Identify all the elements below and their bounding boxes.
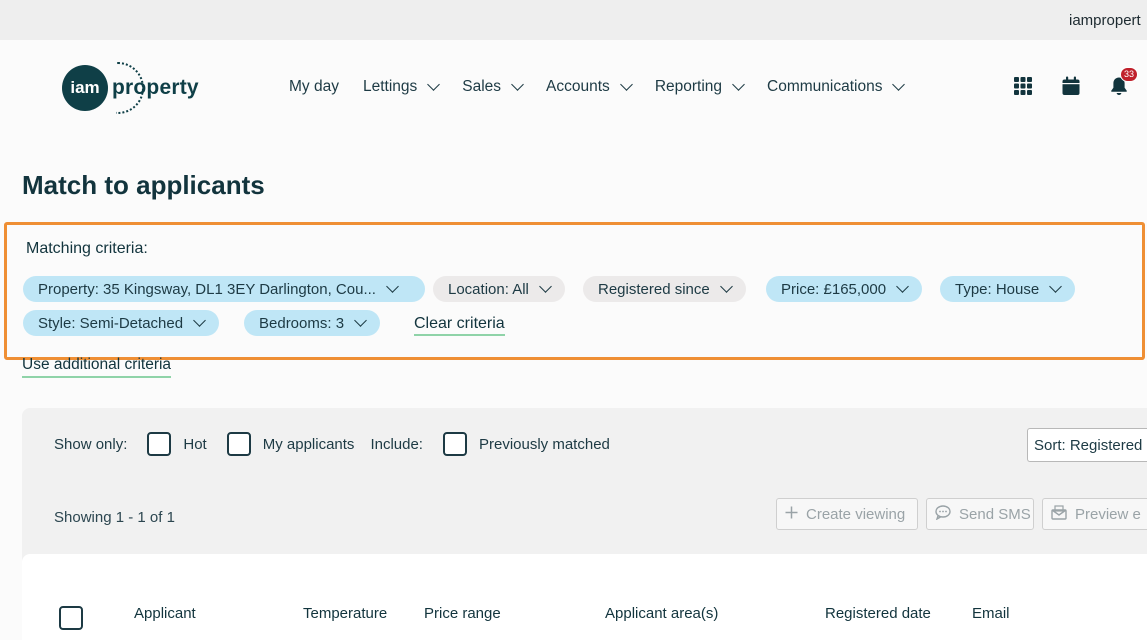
chip-property[interactable]: Property: 35 Kingsway, DL1 3EY Darlingto…: [23, 276, 425, 302]
nav-item-communications[interactable]: Communications: [767, 78, 906, 96]
chip-location[interactable]: Location: All: [433, 276, 565, 302]
use-additional-criteria-link[interactable]: Use additional criteria: [22, 356, 172, 378]
preview-email-button[interactable]: Preview e: [1042, 498, 1147, 530]
select-all-checkbox[interactable]: [59, 606, 83, 630]
nav-item-label: Communications: [767, 78, 883, 95]
chip-label: Location: All: [448, 280, 529, 298]
previously-matched-label: Previously matched: [478, 435, 610, 453]
chevron-down-icon: [1049, 280, 1063, 293]
chat-bubble-icon: [935, 504, 951, 524]
column-header-email[interactable]: Email: [972, 605, 1010, 622]
nav-item-accounts[interactable]: Accounts: [546, 78, 633, 96]
chip-price[interactable]: Price: £165,000: [766, 276, 923, 302]
chip-label: Property: 35 Kingsway, DL1 3EY Darlingto…: [38, 280, 376, 298]
column-header-applicant[interactable]: Applicant: [134, 605, 196, 622]
applicants-table: Applicant Temperature Price range Applic…: [22, 554, 1147, 640]
plus-icon: [785, 506, 798, 523]
nav-icons: 33: [1013, 67, 1139, 96]
apps-grid-icon[interactable]: [1013, 76, 1033, 96]
calendar-icon[interactable]: [1061, 76, 1081, 96]
create-viewing-button[interactable]: Create viewing: [776, 498, 918, 530]
results-panel: Show only: Hot My applicants Include: Pr…: [22, 408, 1147, 640]
matching-criteria-panel: Matching criteria: Property: 35 Kingsway…: [4, 222, 1145, 360]
notification-badge: 33: [1120, 67, 1139, 82]
chevron-down-icon: [427, 78, 441, 91]
chevron-down-icon: [619, 78, 633, 91]
send-sms-label: Send SMS: [959, 505, 1031, 523]
show-only-label: Show only:: [54, 435, 128, 453]
chip-label: Style: Semi-Detached: [38, 314, 184, 332]
bell-icon[interactable]: 33: [1109, 67, 1139, 96]
chevron-down-icon: [892, 78, 906, 91]
user-name[interactable]: iampropert: [1069, 12, 1147, 29]
preview-email-label: Preview e: [1075, 505, 1141, 523]
my-applicants-label: My applicants: [262, 435, 355, 453]
main-nav: iam property My day Lettings Sales Accou…: [0, 40, 1147, 135]
chevron-down-icon: [896, 280, 909, 293]
chevron-down-icon: [539, 280, 552, 293]
chip-bedrooms[interactable]: Bedrooms: 3: [244, 310, 381, 336]
logo-badge: iam: [62, 65, 108, 111]
top-bar: iampropert: [0, 0, 1147, 40]
matching-criteria-label: Matching criteria:: [26, 240, 148, 257]
send-sms-button[interactable]: Send SMS: [926, 498, 1034, 530]
column-header-price-range[interactable]: Price range: [424, 605, 501, 622]
page-title: Match to applicants: [22, 170, 265, 200]
filter-bar: Show only: Hot My applicants Include: Pr…: [54, 432, 626, 456]
nav-item-label: Sales: [462, 78, 502, 95]
chip-label: Bedrooms: 3: [259, 314, 345, 332]
chip-type[interactable]: Type: House: [940, 276, 1076, 302]
my-applicants-checkbox[interactable]: [226, 432, 251, 456]
chevron-down-icon: [354, 314, 367, 327]
chevron-down-icon: [193, 314, 206, 327]
chevron-down-icon: [511, 78, 524, 91]
logo[interactable]: iam property: [62, 62, 199, 114]
column-header-applicant-areas[interactable]: Applicant area(s): [605, 605, 718, 622]
nav-item-sales[interactable]: Sales: [462, 78, 524, 96]
chevron-down-icon: [732, 78, 745, 91]
nav-item-label: Reporting: [654, 78, 723, 95]
chip-label: Registered since: [598, 280, 710, 298]
nav-item-label: Accounts: [546, 78, 610, 95]
clear-criteria-link[interactable]: Clear criteria: [414, 315, 505, 336]
sort-select[interactable]: Sort: Registered: [1027, 428, 1147, 462]
create-viewing-label: Create viewing: [806, 505, 906, 523]
email-preview-icon: [1051, 504, 1067, 524]
chevron-down-icon: [386, 280, 399, 293]
chip-label: Price: £165,000: [781, 280, 887, 298]
column-header-registered-date[interactable]: Registered date: [825, 605, 931, 622]
nav-item-label: My day: [289, 78, 339, 95]
include-label: Include:: [370, 435, 423, 453]
chip-registered-since[interactable]: Registered since: [583, 276, 746, 302]
results-count: Showing 1 - 1 of 1: [54, 509, 175, 526]
nav-item-reporting[interactable]: Reporting: [654, 78, 745, 96]
nav-menu: My day Lettings Sales Accounts Reporting…: [289, 78, 927, 96]
chevron-down-icon: [719, 280, 733, 293]
chip-label: Type: House: [955, 280, 1040, 298]
chip-style[interactable]: Style: Semi-Detached: [23, 310, 220, 336]
column-header-temperature[interactable]: Temperature: [303, 605, 387, 622]
hot-label: Hot: [183, 435, 207, 453]
previously-matched-checkbox[interactable]: [442, 432, 467, 456]
nav-item-my-day[interactable]: My day: [289, 78, 339, 96]
hot-checkbox[interactable]: [147, 432, 172, 456]
nav-item-label: Lettings: [362, 78, 418, 95]
nav-item-lettings[interactable]: Lettings: [362, 78, 441, 96]
